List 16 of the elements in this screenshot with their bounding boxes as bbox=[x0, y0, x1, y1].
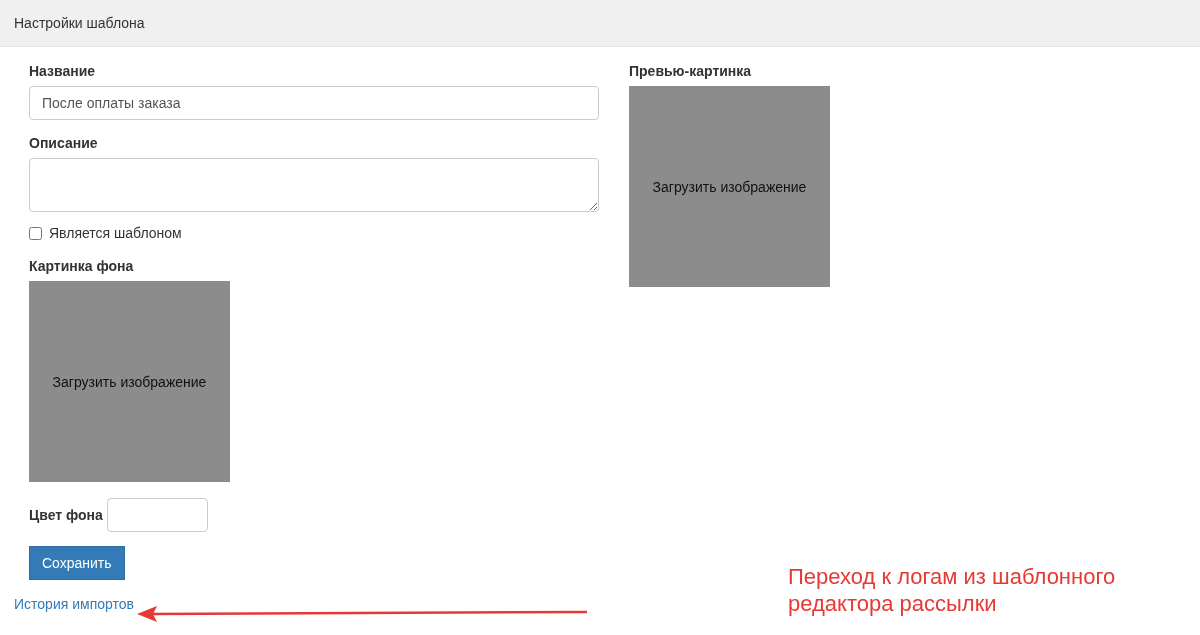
template-checkbox[interactable] bbox=[29, 226, 42, 240]
field-label: Цвет фона bbox=[29, 507, 103, 523]
panel-title: Настройки шаблона bbox=[14, 15, 145, 31]
field-label: Картинка фона bbox=[29, 258, 135, 274]
import-history-link[interactable]: История импортов bbox=[14, 596, 134, 612]
color-field[interactable] bbox=[106, 498, 208, 532]
name-field[interactable]: После оплаты заказа bbox=[29, 86, 599, 120]
field-label: Название bbox=[29, 63, 97, 79]
save-button[interactable]: Сохранить bbox=[29, 546, 125, 580]
annotation-text: Переход к логам из шаблонного редактора рассылки bbox=[788, 563, 1116, 617]
image-upload-button[interactable]: Загрузить изображение bbox=[29, 281, 230, 482]
field-label: Превью-картинка bbox=[629, 63, 753, 79]
checkbox-label: Является шаблоном bbox=[49, 225, 182, 241]
field-label: Описание bbox=[29, 135, 99, 151]
description-field[interactable] bbox=[29, 158, 599, 212]
image-upload-button[interactable]: Загрузить изображение bbox=[629, 86, 830, 287]
